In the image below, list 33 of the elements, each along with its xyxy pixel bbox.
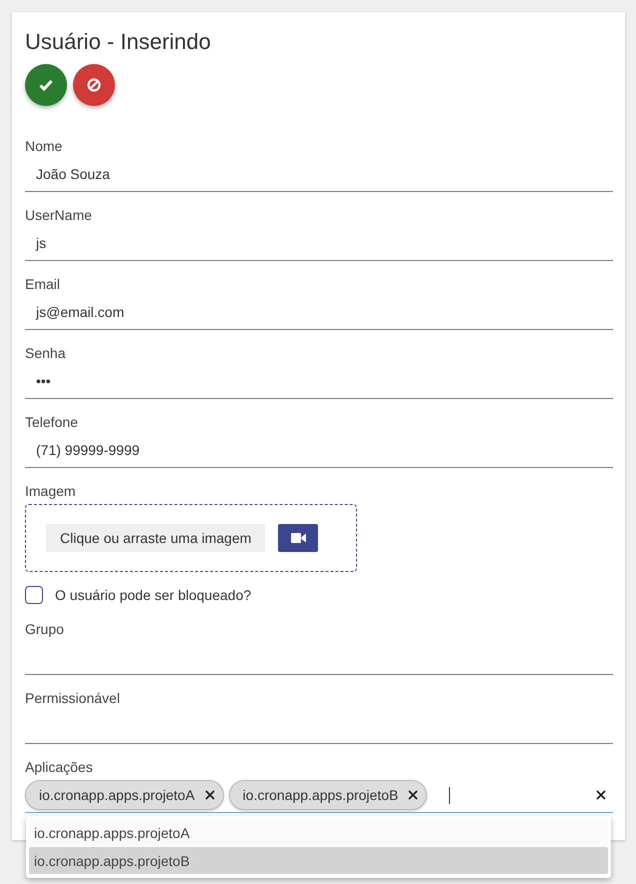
field-label: Nome — [25, 137, 62, 155]
input-field[interactable]: js — [25, 226, 613, 261]
upload-button[interactable]: Clique ou arraste uma imagem — [46, 524, 266, 552]
checkbox[interactable] — [25, 586, 43, 604]
field-label: Imagem — [25, 482, 76, 500]
tag-chip[interactable]: io.cronapp.apps.projetoB — [228, 780, 428, 810]
checkbox-label: O usuário pode ser bloqueado? — [55, 587, 252, 603]
tag-chip[interactable]: io.cronapp.apps.projetoA — [25, 780, 224, 810]
field-label: UserName — [25, 206, 92, 224]
ban-icon — [87, 78, 101, 92]
dropdown-option[interactable]: io.cronapp.apps.projetoA — [29, 819, 608, 846]
dropdown-option[interactable]: io.cronapp.apps.projetoB — [29, 847, 608, 874]
clear-icon[interactable] — [596, 790, 606, 800]
input-field[interactable]: (71) 99999-9999 — [25, 433, 613, 468]
cancel-button[interactable] — [73, 64, 115, 106]
remove-icon[interactable] — [408, 790, 418, 800]
save-button[interactable] — [25, 64, 67, 106]
field-label: Permissionável — [25, 689, 120, 707]
text-cursor — [449, 786, 450, 804]
field-label: Aplicações — [25, 758, 93, 776]
field-label: Grupo — [25, 620, 64, 638]
check-icon — [39, 79, 53, 91]
page-title: Usuário - Inserindo — [25, 28, 212, 56]
image-drop-zone[interactable]: Clique ou arraste uma imagem — [25, 504, 357, 572]
field-label: Email — [25, 275, 60, 293]
input-field[interactable]: ••• — [25, 364, 613, 399]
field-label: Telefone — [25, 413, 78, 431]
remove-icon[interactable] — [204, 790, 215, 800]
camera-button[interactable] — [278, 524, 318, 552]
field-label: Senha — [25, 344, 66, 362]
input-field[interactable]: João Souza — [25, 157, 613, 192]
input-field[interactable]: js@email.com — [25, 295, 613, 330]
video-camera-icon — [290, 533, 306, 543]
